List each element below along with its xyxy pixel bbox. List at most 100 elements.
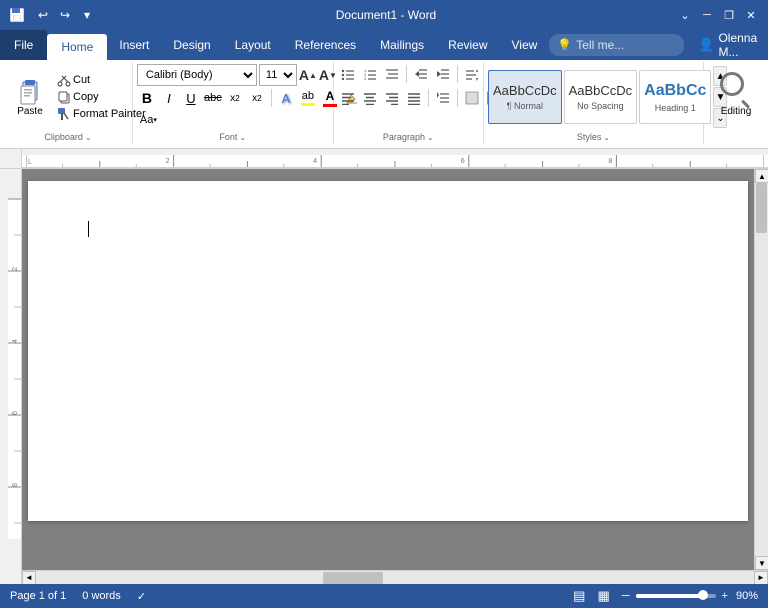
status-bar: Page 1 of 1 0 words ✓ ▤ ▦ ─ + 90% — [0, 584, 768, 608]
separator-1 — [271, 89, 272, 107]
font-size-select[interactable]: 11 — [259, 64, 297, 86]
multilevel-icon — [385, 67, 399, 81]
scroll-left-button[interactable]: ◄ — [22, 571, 36, 585]
menu-file[interactable]: File — [0, 30, 47, 60]
ribbon-toggle-button[interactable]: ⌄ — [676, 6, 694, 24]
line-spacing-button[interactable] — [433, 88, 453, 108]
menu-references[interactable]: References — [283, 30, 368, 60]
customize-quick-access-button[interactable]: ▾ — [78, 6, 96, 24]
document-page[interactable] — [28, 181, 748, 521]
menu-view[interactable]: View — [500, 30, 550, 60]
scroll-right-button[interactable]: ► — [754, 571, 768, 585]
restore-button[interactable]: ❐ — [720, 6, 738, 24]
zoom-out-button[interactable]: ─ — [620, 590, 632, 602]
svg-text:L: L — [28, 159, 32, 166]
zoom-level-label[interactable]: 90% — [734, 590, 760, 602]
zoom-in-button[interactable]: + — [720, 590, 730, 602]
text-effects-button[interactable]: A — [276, 88, 296, 108]
undo-button[interactable]: ↩ — [34, 6, 52, 24]
proofing-icon[interactable]: ✓ — [135, 590, 148, 603]
style-normal[interactable]: AaBbCcDc ¶ Normal — [488, 70, 562, 124]
layout-web-button[interactable]: ▦ — [595, 588, 611, 604]
menu-design[interactable]: Design — [161, 30, 222, 60]
multilevel-list-button[interactable] — [382, 64, 402, 84]
normal-preview: AaBbCcDc — [493, 83, 557, 99]
styles-group: AaBbCcDc ¶ Normal AaBbCcDc No Spacing Aa… — [484, 62, 704, 144]
menu-layout[interactable]: Layout — [223, 30, 283, 60]
subscript-button[interactable]: x2 — [225, 88, 245, 108]
layout-print-button[interactable]: ▤ — [571, 588, 587, 604]
superscript-button[interactable]: x2 — [247, 88, 267, 108]
svg-text:4: 4 — [12, 339, 19, 343]
quick-access-buttons: ↩ ↪ ▾ — [34, 6, 96, 24]
font-expand-icon[interactable]: ⌄ — [239, 133, 246, 142]
scroll-thumb[interactable] — [756, 183, 767, 233]
underline-button[interactable]: U — [181, 88, 201, 108]
scroll-up-button[interactable]: ▲ — [755, 169, 768, 183]
page-scroll[interactable] — [22, 169, 754, 570]
numbering-button[interactable]: 1.2.3. — [360, 64, 380, 84]
h-scroll-thumb[interactable] — [323, 572, 383, 584]
menu-insert[interactable]: Insert — [107, 30, 161, 60]
paste-button[interactable]: Paste — [8, 64, 52, 130]
align-left-button[interactable] — [338, 88, 358, 108]
copy-label: Copy — [73, 91, 99, 103]
paragraph-expand-icon[interactable]: ⌄ — [427, 133, 434, 142]
title-bar: ↩ ↪ ▾ Document1 - Word ⌄ ─ ❐ ✕ — [0, 0, 768, 30]
close-button[interactable]: ✕ — [742, 6, 760, 24]
paste-icon — [16, 78, 44, 106]
styles-expand-icon[interactable]: ⌄ — [603, 133, 610, 142]
cut-label: Cut — [73, 74, 90, 86]
font-group-content: Calibri (Body) 11 A▲ A▼ B I U abc x2 x2 — [137, 64, 362, 130]
font-name-row: Calibri (Body) 11 A▲ A▼ — [137, 64, 362, 86]
user-name-label: Olenna M... — [718, 31, 757, 59]
clipboard-group-label: Clipboard ⌄ — [8, 130, 128, 142]
app-window: ↩ ↪ ▾ Document1 - Word ⌄ ─ ❐ ✕ File Home… — [0, 0, 768, 608]
bullets-button[interactable] — [338, 64, 358, 84]
status-right: ▤ ▦ ─ + 90% — [571, 588, 760, 604]
minimize-button[interactable]: ─ — [698, 6, 716, 24]
increase-indent-button[interactable] — [433, 64, 453, 84]
clipboard-expand-icon[interactable]: ⌄ — [85, 133, 92, 142]
sort-button[interactable] — [462, 64, 482, 84]
shading-button[interactable] — [462, 88, 482, 108]
h-scroll-track[interactable] — [36, 571, 754, 585]
zoom-slider-thumb[interactable] — [698, 590, 708, 600]
user-icon: 👤 — [698, 37, 714, 53]
zoom-slider[interactable] — [636, 594, 716, 598]
text-cursor — [88, 221, 89, 237]
redo-button[interactable]: ↪ — [56, 6, 74, 24]
search-editing-button[interactable]: Editing — [714, 68, 758, 121]
word-count-label[interactable]: 0 words — [80, 590, 123, 602]
style-no-spacing[interactable]: AaBbCcDc No Spacing — [564, 70, 638, 124]
menu-mailings[interactable]: Mailings — [368, 30, 436, 60]
style-heading1[interactable]: AaBbCc Heading 1 — [639, 70, 711, 124]
justify-button[interactable] — [404, 88, 424, 108]
line-spacing-icon — [436, 91, 450, 105]
separator-4 — [428, 89, 429, 107]
scroll-down-button[interactable]: ▼ — [755, 556, 768, 570]
decrease-indent-button[interactable] — [411, 64, 431, 84]
tell-me-box[interactable]: 💡 — [549, 34, 684, 56]
menu-home[interactable]: Home — [47, 34, 107, 60]
grow-font-button[interactable]: A▲ — [299, 66, 317, 84]
tell-me-input[interactable] — [576, 38, 676, 52]
font-name-select[interactable]: Calibri (Body) — [137, 64, 257, 86]
para-row-1: 1.2.3. ¶ — [338, 64, 504, 84]
align-center-button[interactable] — [360, 88, 380, 108]
justify-icon — [407, 91, 421, 105]
highlight-color-button[interactable]: ab — [298, 88, 318, 108]
scroll-track[interactable] — [755, 183, 768, 556]
change-case-button[interactable]: Aa ▾ — [137, 110, 160, 130]
strikethrough-button[interactable]: abc — [203, 88, 223, 108]
styles-gallery: AaBbCcDc ¶ Normal AaBbCcDc No Spacing Aa… — [488, 70, 711, 124]
user-account-button[interactable]: 👤 Olenna M... — [692, 29, 763, 61]
ribbon: Paste Cut Copy Format Painter — [0, 60, 768, 149]
italic-button[interactable]: I — [159, 88, 179, 108]
menu-review[interactable]: Review — [436, 30, 499, 60]
separator-5 — [457, 89, 458, 107]
align-right-button[interactable] — [382, 88, 402, 108]
align-center-icon — [363, 91, 377, 105]
bold-button[interactable]: B — [137, 88, 157, 108]
page-info-label[interactable]: Page 1 of 1 — [8, 590, 68, 602]
